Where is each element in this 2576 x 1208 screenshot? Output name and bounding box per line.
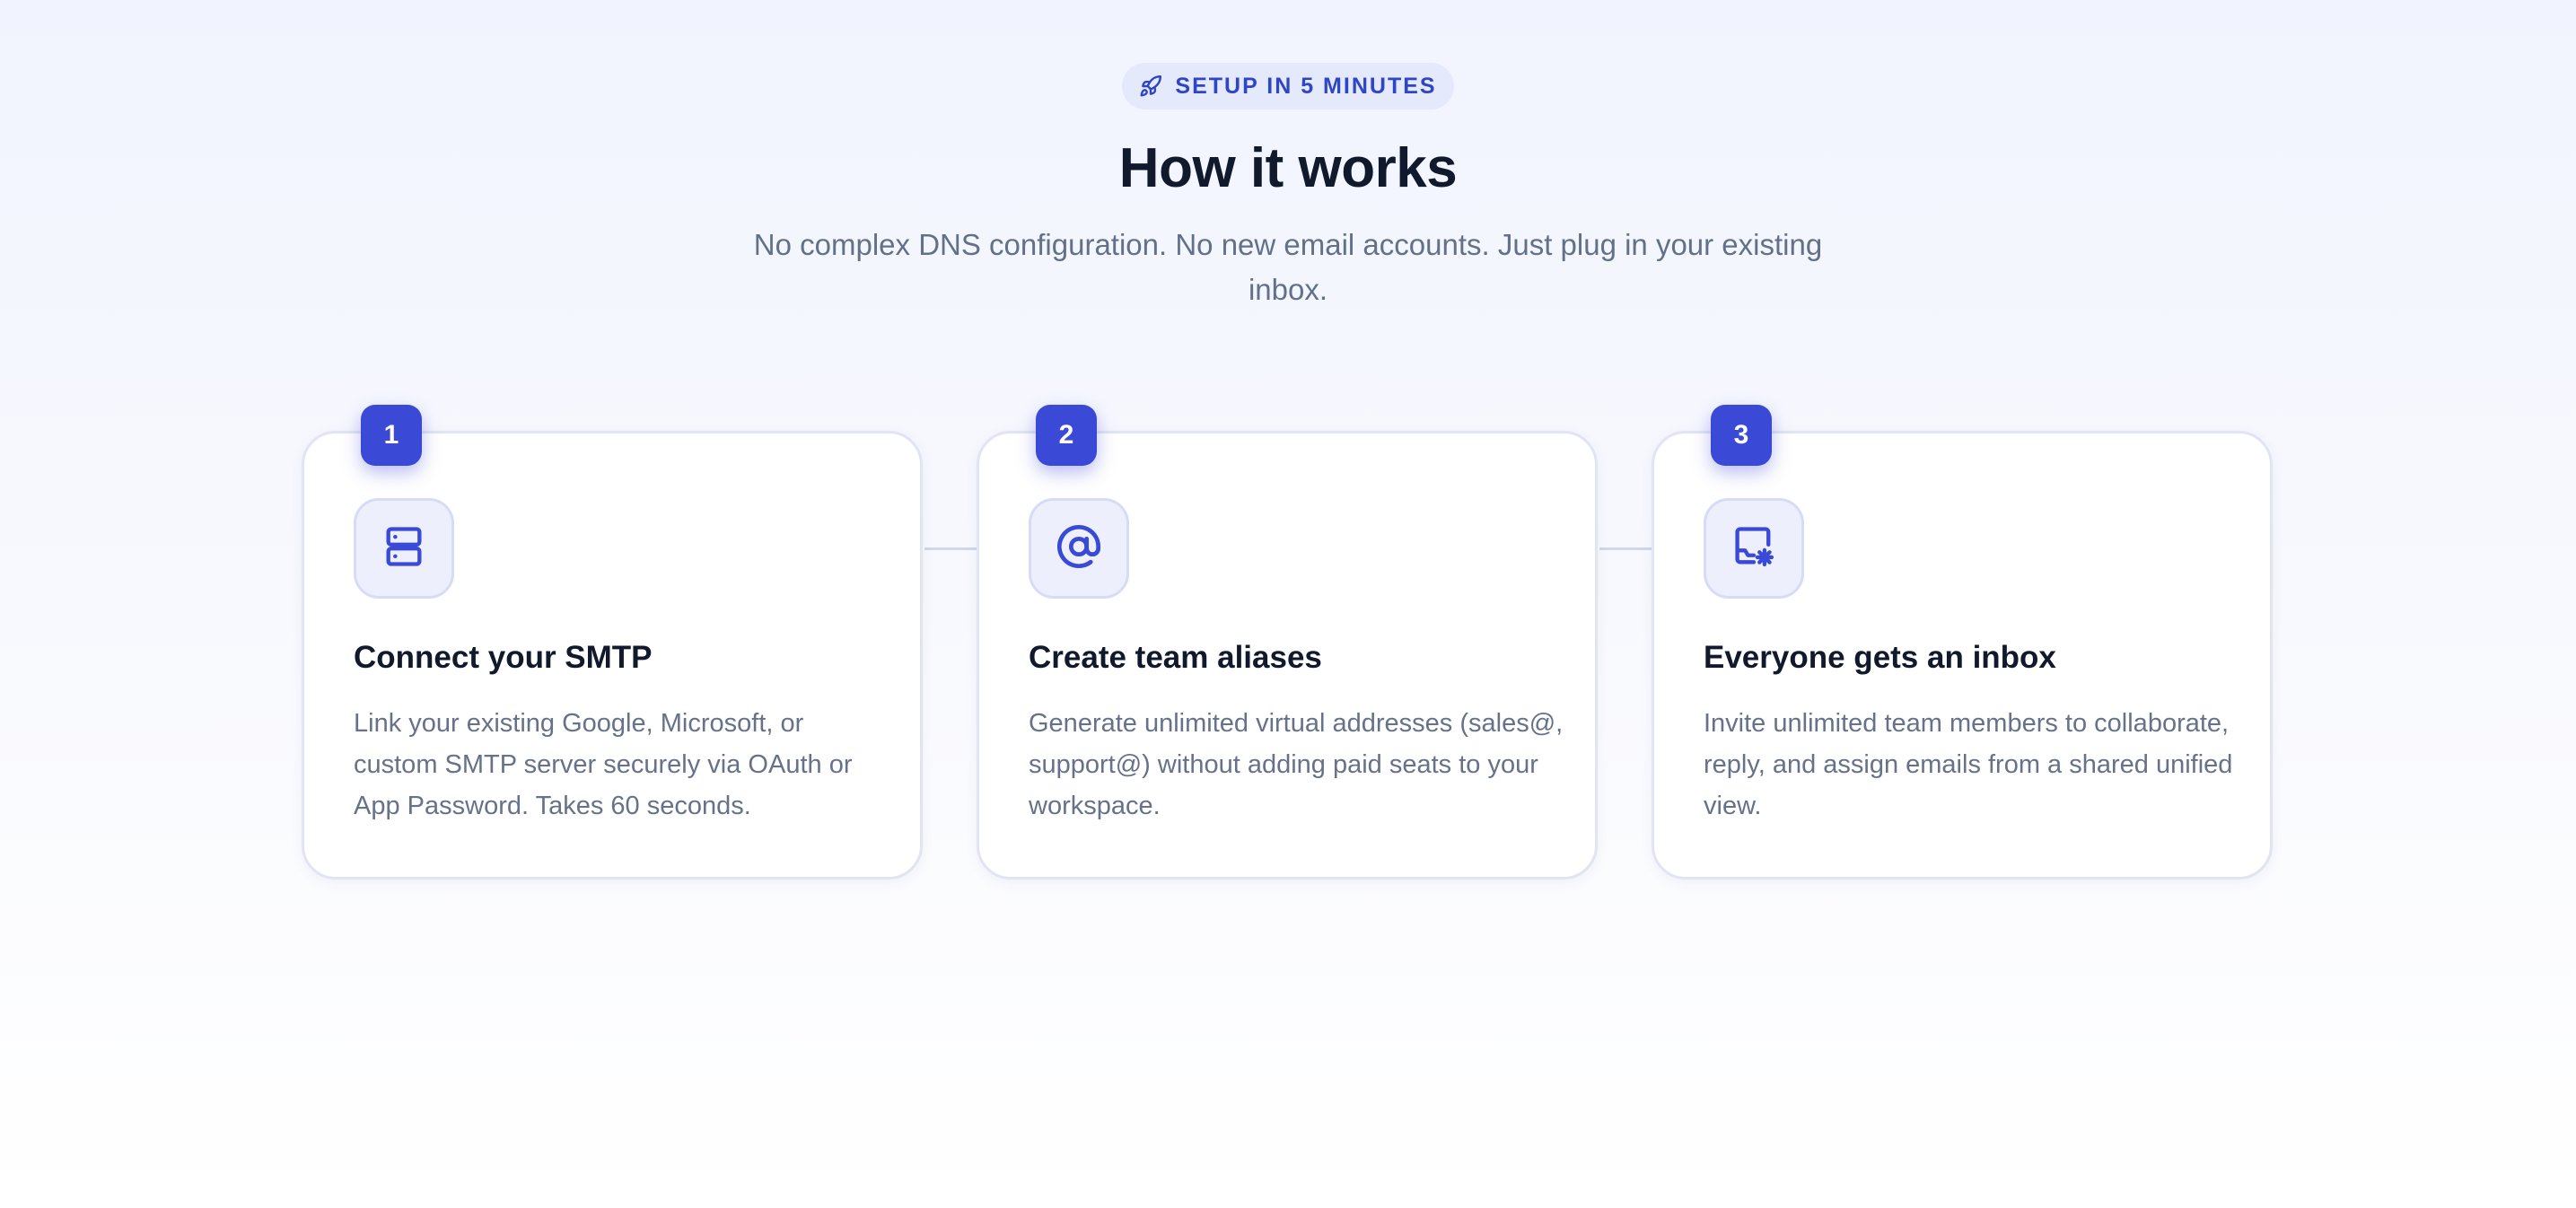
step-description: Invite unlimited team members to collabo… <box>1704 709 2233 820</box>
setup-badge: SETUP IN 5 MINUTES <box>1122 63 1454 109</box>
step-icon-container <box>354 498 454 599</box>
step-title: Connect your SMTP <box>354 640 653 675</box>
step-card-3: 3 Everyone gets an inbox Invite unlimite… <box>1652 405 2273 880</box>
how-it-works-section: SETUP IN 5 MINUTES How it works No compl… <box>0 0 2576 1208</box>
inbox-settings-icon <box>1730 523 1777 574</box>
rocket-icon <box>1139 74 1162 98</box>
step-icon-container <box>1704 498 1804 599</box>
step-number-badge: 2 <box>1036 405 1097 466</box>
section-title: How it works <box>1118 137 1458 199</box>
at-sign-icon <box>1056 523 1102 574</box>
step-icon-container <box>1029 498 1129 599</box>
step-card-2: 2 Create team aliases Generate unlimited… <box>977 405 1598 880</box>
step-title: Create team aliases <box>1029 640 1322 675</box>
step-connector <box>924 547 978 550</box>
server-icon <box>381 523 427 574</box>
step-description: Link your existing Google, Microsoft, or… <box>354 709 853 820</box>
step-description: Generate unlimited virtual addresses (sa… <box>1029 709 1564 820</box>
step-number-badge: 3 <box>1711 405 1772 466</box>
step-connector <box>1599 547 1653 550</box>
step-card-1: 1 Connect your SMTP Link your existing G… <box>302 405 923 880</box>
step-number-badge: 1 <box>361 405 422 466</box>
badge-label: SETUP IN 5 MINUTES <box>1175 73 1437 99</box>
section-subtitle: No complex DNS configuration. No new ema… <box>753 228 1823 306</box>
step-title: Everyone gets an inbox <box>1704 640 2056 675</box>
